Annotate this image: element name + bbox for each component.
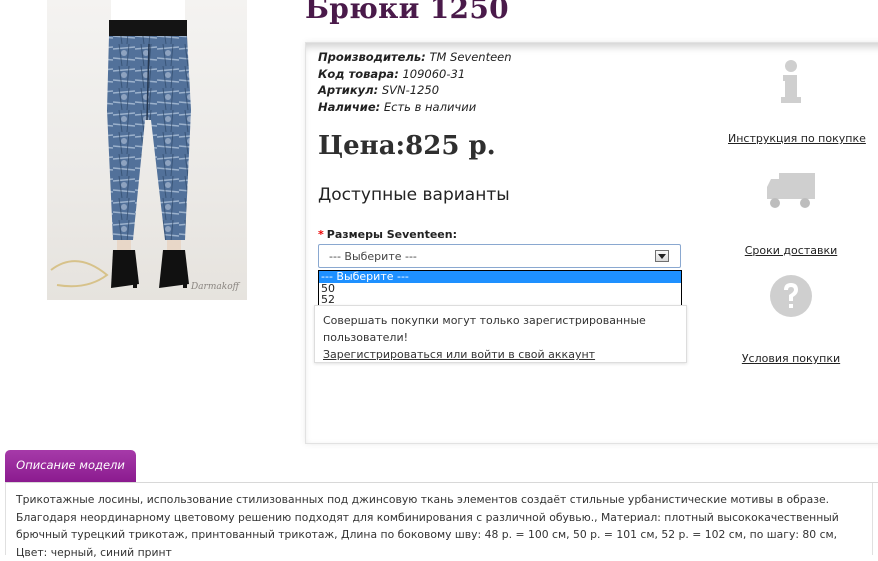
register-login-link[interactable]: Зарегистрироваться или войти в свой акка… bbox=[323, 348, 595, 361]
meta-product-code: Код товара: 109060-31 bbox=[318, 66, 466, 81]
meta-availability: Наличие: Есть в наличии bbox=[318, 99, 477, 114]
meta-manufacturer: Производитель: TM Seventeen bbox=[318, 50, 512, 64]
login-notice-text: Совершать покупки могут только зарегистр… bbox=[323, 314, 646, 344]
product-photo[interactable]: Darmakoff bbox=[47, 0, 247, 300]
page-title: Брюки 1250 bbox=[305, 0, 509, 25]
login-notice: Совершать покупки могут только зарегистр… bbox=[314, 305, 687, 363]
size-select[interactable]: --- Выберите --- bbox=[318, 244, 681, 268]
product-meta: Производитель: TM Seventeen Код товара: … bbox=[318, 49, 512, 115]
sidebar-item-delivery[interactable]: Сроки доставки bbox=[728, 169, 854, 258]
product-description: Трикотажные лосины, использование стилиз… bbox=[5, 483, 873, 559]
size-dropdown-list[interactable]: --- Выберите --- 50 52 bbox=[318, 270, 682, 307]
truck-icon bbox=[767, 173, 815, 208]
jeans-pants-image bbox=[50, 0, 191, 288]
product-price: Цена:825 р. bbox=[318, 131, 496, 161]
size-option-placeholder[interactable]: --- Выберите --- bbox=[319, 271, 681, 283]
question-icon bbox=[770, 275, 812, 317]
chevron-down-icon[interactable] bbox=[655, 250, 669, 262]
size-option-50[interactable]: 50 bbox=[319, 282, 681, 295]
photo-signature: Darmakoff bbox=[190, 282, 239, 292]
sidebar-item-terms[interactable]: Условия покупки bbox=[728, 273, 854, 366]
sidebar-item-instructions[interactable]: Инструкция по покупке bbox=[728, 57, 866, 146]
terms-link[interactable]: Условия покупки bbox=[742, 352, 840, 365]
meta-sku: Артикул: SVN-1250 bbox=[318, 83, 440, 97]
product-info-box: Производитель: TM Seventeen Код товара: … bbox=[305, 42, 878, 444]
size-option-52[interactable]: 52 bbox=[319, 294, 681, 306]
info-icon bbox=[781, 60, 801, 103]
required-mark: * bbox=[318, 228, 324, 241]
size-select-value: --- Выберите --- bbox=[329, 250, 417, 263]
instructions-link[interactable]: Инструкция по покупке bbox=[728, 132, 866, 145]
tab-description[interactable]: Описание модели bbox=[5, 450, 136, 482]
size-option-label: * Размеры Seventeen: bbox=[318, 228, 457, 241]
delivery-link[interactable]: Сроки доставки bbox=[745, 244, 838, 257]
variants-heading: Доступные варианты bbox=[318, 185, 510, 205]
